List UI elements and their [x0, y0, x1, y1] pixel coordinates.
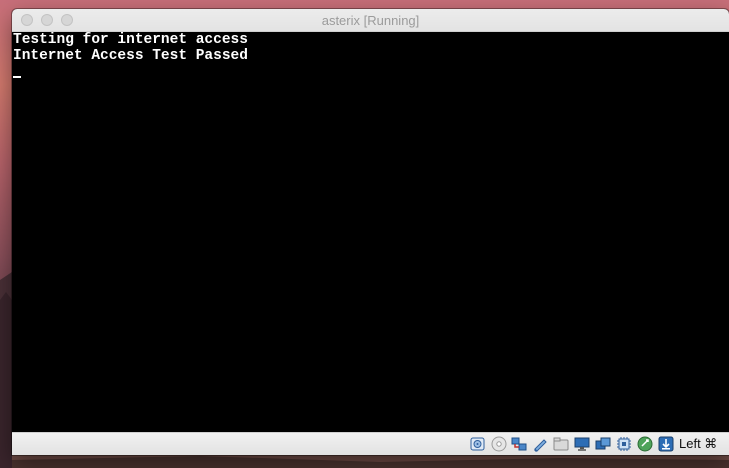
display-icon[interactable]	[574, 436, 590, 452]
optical-drive-icon[interactable]	[491, 436, 507, 452]
virtualbox-window: asterix [Running] Testing for internet a…	[12, 9, 729, 455]
title-bar[interactable]: asterix [Running]	[12, 9, 729, 32]
vm-screen[interactable]: Testing for internet access Internet Acc…	[12, 32, 729, 432]
text-cursor	[13, 76, 21, 78]
video-capture-icon[interactable]	[595, 436, 611, 452]
cpu-icon[interactable]	[616, 436, 632, 452]
mouse-integration-icon[interactable]	[637, 436, 653, 452]
console-line: Testing for internet access	[13, 32, 248, 48]
shared-folders-icon[interactable]	[553, 436, 569, 452]
host-key-label: Left ⌘	[679, 436, 718, 451]
status-bar: Left ⌘	[12, 432, 729, 455]
window-title: asterix [Running]	[321, 13, 420, 28]
usb-icon[interactable]	[532, 436, 548, 452]
hard-disk-icon[interactable]	[470, 436, 486, 452]
keyboard-capture-icon[interactable]	[658, 436, 674, 452]
console-line: Internet Access Test Passed	[13, 48, 248, 64]
network-icon[interactable]	[511, 436, 527, 452]
